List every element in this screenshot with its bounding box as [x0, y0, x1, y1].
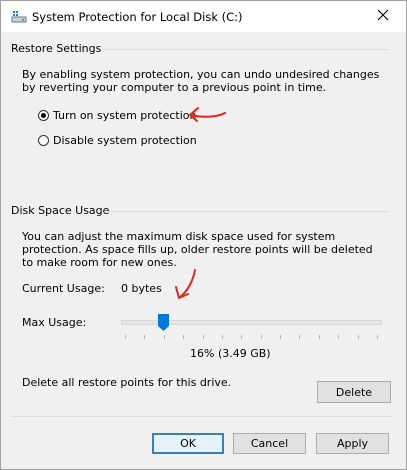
- slider-tick: [125, 335, 126, 339]
- disk-space-description: You can adjust the maximum disk space us…: [22, 230, 373, 269]
- cancel-button[interactable]: Cancel: [233, 433, 306, 454]
- slider-tick: [357, 335, 359, 339]
- radio-disable-protection[interactable]: Disable system protection: [38, 134, 197, 147]
- annotation-arrow-icon: [175, 269, 196, 299]
- radio-turn-on-protection[interactable]: Turn on system protection: [38, 109, 196, 122]
- dialog-window: System Protection for Local Disk (C:) Re…: [0, 0, 407, 470]
- slider-tick: [144, 335, 146, 339]
- slider-tick: [260, 335, 262, 339]
- slider-tick: [183, 335, 185, 339]
- disk-space-heading: Disk Space Usage: [11, 204, 110, 217]
- radio-button[interactable]: [38, 135, 49, 146]
- ok-button[interactable]: OK: [152, 433, 224, 454]
- drive-icon: [11, 10, 27, 24]
- annotation-arrow-icon: [189, 107, 226, 122]
- slider-tick: [338, 335, 340, 339]
- radio-label: Disable system protection: [53, 134, 197, 147]
- restore-settings-divider: [104, 49, 389, 50]
- window-title: System Protection for Local Disk (C:): [32, 10, 243, 24]
- restore-settings-heading: Restore Settings: [11, 42, 102, 55]
- close-button[interactable]: [360, 1, 406, 32]
- apply-button[interactable]: Apply: [316, 433, 389, 454]
- slider-tick: [163, 335, 165, 339]
- disk-space-divider: [104, 211, 389, 212]
- restore-settings-description: By enabling system protection, you can u…: [22, 68, 380, 94]
- delete-description: Delete all restore points for this drive…: [22, 376, 232, 389]
- max-usage-label: Max Usage:: [22, 316, 87, 329]
- slider-tick: [318, 335, 320, 339]
- radio-label: Turn on system protection: [53, 109, 197, 122]
- slider-tick: [377, 335, 378, 339]
- current-usage-value: 0 bytes: [121, 282, 162, 295]
- max-usage-slider-thumb[interactable]: [158, 314, 170, 331]
- delete-button[interactable]: Delete: [317, 381, 391, 403]
- radio-button[interactable]: [38, 110, 49, 121]
- max-usage-value: 16% (3.49 GB): [190, 347, 271, 360]
- current-usage-label: Current Usage:: [22, 282, 105, 295]
- slider-tick: [221, 335, 223, 339]
- slider-tick: [280, 335, 282, 339]
- close-icon: [377, 9, 389, 24]
- slider-tick: [241, 335, 243, 339]
- title-bar: System Protection for Local Disk (C:): [1, 1, 406, 32]
- slider-tick: [202, 335, 204, 339]
- slider-tick: [299, 335, 301, 339]
- footer-divider: [11, 416, 392, 417]
